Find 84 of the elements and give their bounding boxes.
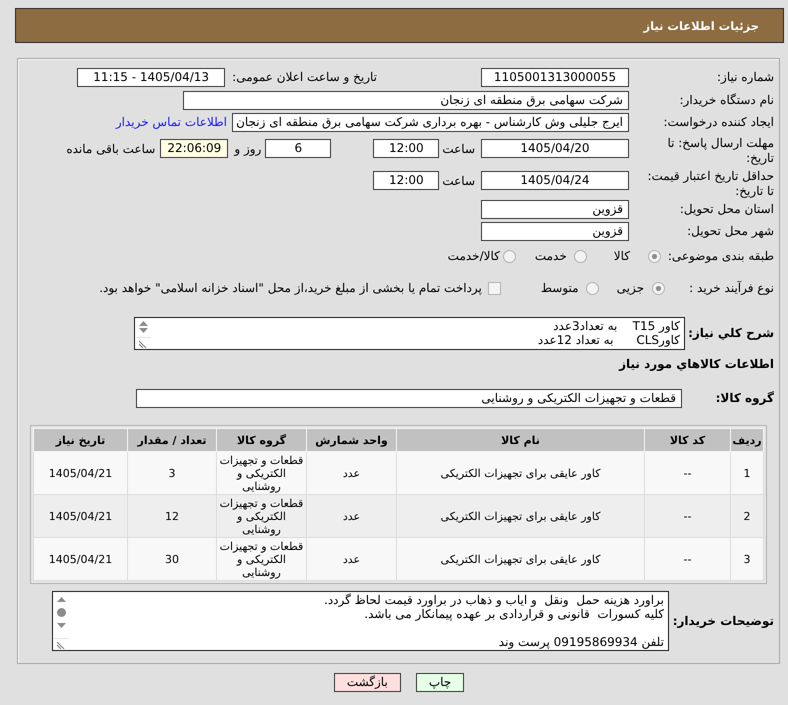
table-cell: 3 [128,452,216,494]
field-label: گروه کالا: [714,390,774,406]
table-cell: قطعات و تجهیزات الکتریکی و روشنایی [216,538,306,580]
section-heading: اطلاعات کالاهاي مورد نياز [619,356,774,372]
page-title: جزئیات اطلاعات نیاز [643,18,759,32]
field-label: نوع فرآیند خرید : [688,280,774,296]
validity-time-field[interactable]: 12:00 [373,171,440,190]
table-cell: قطعات و تجهیزات الکتریکی و روشنایی [216,452,306,494]
validity-date-field[interactable]: 1405/04/24 [481,171,629,190]
field-label: شماره نیاز: [716,70,774,85]
radio-button[interactable] [574,250,587,262]
column-header: تعداد / مقدار [128,428,216,452]
time-left-field[interactable]: 22:06:09 [160,139,228,158]
field-label: توضیحات خریدار: [672,614,774,628]
announcement-date-field[interactable]: 1405/04/13 - 11:15 [77,68,226,87]
table-cell: عدد [306,538,396,580]
scroll-down-icon[interactable] [138,328,148,332]
field-label: استان محل تحویل: [678,202,774,216]
table-cell: -- [644,538,730,580]
option-label: خدمت [534,249,567,263]
checkbox-label: پرداخت تمام یا بخشی از مبلغ خرید،از محل "اسناد خزانه اسلامی" خواهد بود. [99,281,482,295]
radio-button[interactable] [502,250,516,262]
province-field[interactable]: قزوین [481,200,629,218]
requester-field[interactable]: ایرج جلیلی وش کارشناس - بهره برداری شرکت سهامی برق منطقه ای زنجان [232,112,629,132]
back-button[interactable]: بازگشت [334,673,401,692]
radio-button[interactable] [648,250,661,262]
reply-time-field[interactable]: 12:00 [373,139,440,158]
table-cell: 30 [128,538,216,580]
option-label: جزیی [616,281,644,295]
table-cell: 1405/04/21 [34,494,128,538]
field-label: شهر محل تحویل: [686,224,774,239]
field-label: طبقه بندی موضوعی: [667,248,774,264]
table-cell: 1405/04/21 [34,452,128,494]
field-label: تاریخ و ساعت اعلان عمومی: [232,70,377,85]
table-cell: قطعات و تجهیزات الکتریکی و روشنایی [216,494,306,538]
table-cell: 3 [730,538,764,580]
goods-group-field[interactable]: قطعات و تجهیزات الکتریکی و روشنایی [136,388,682,408]
field-label: مهلت ارسال پاسخ: تا تاریخ: [666,136,774,166]
table-cell: کاور عایقی برای تجهیزات الکتریکی [396,538,644,580]
column-header: نام کالا [396,428,644,452]
resize-grip-icon[interactable] [57,641,65,649]
column-header: ردیف [730,428,764,452]
time-label: ساعت [442,142,475,156]
city-field[interactable]: قزوین [481,222,629,241]
table-cell: 12 [128,494,216,538]
time-left-label: ساعت باقی مانده [66,142,156,156]
field-label: نام دستگاه خریدار: [678,92,774,108]
reply-date-field[interactable]: 1405/04/20 [481,139,629,158]
scroll-thumb-icon[interactable] [56,608,66,617]
field-label: شرح کلي نياز: [687,326,774,340]
table-cell: کاور عایقی برای تجهیزات الکتریکی [396,452,644,494]
scroll-down-icon[interactable] [56,623,66,628]
time-label: ساعت [442,174,475,188]
buyer-notes-field[interactable]: براورد هزینه حمل ونقل و ایاب و ذهاب در براورد قیمت لحاظ گردد. کلیه کسورات قانونی و قراردادی بر عهده پیمانکار می باشد. تلفن 09195869934 پرست وند [52,591,669,651]
option-label: متوسط [540,281,579,295]
table-cell: 1 [730,452,764,494]
days-label: روز و [234,142,262,156]
print-button[interactable]: چاپ [416,673,464,692]
buyer-name-field[interactable]: شرکت سهامی برق منطقه ای زنجان [183,90,629,110]
radio-button[interactable] [652,282,665,294]
table-cell: کاور عایقی برای تجهیزات الکتریکی [396,494,644,538]
scroll-up-icon[interactable] [56,597,66,602]
table-cell: -- [644,494,730,538]
column-header: گروه کالا [216,428,306,452]
table-cell: 1405/04/21 [34,538,128,580]
table-cell: عدد [306,452,396,494]
table-cell: -- [644,452,730,494]
scroll-up-icon[interactable] [138,320,148,326]
radio-button[interactable] [586,282,599,294]
checkbox[interactable] [488,282,501,294]
need-number-field[interactable]: 1105001313000055 [481,68,629,87]
option-label: کالا/خدمت [448,249,500,263]
days-left-field[interactable]: 6 [265,139,332,158]
contact-link[interactable]: اطلاعات تماس خریدار [116,115,227,129]
resize-grip-icon[interactable] [139,340,147,348]
column-header: واحد شمارش [306,428,396,452]
table-cell: عدد [306,494,396,538]
option-label: کالا [614,249,630,263]
column-header: تاریخ نیاز [34,428,128,452]
description-field[interactable]: کاور T15 به تعداد3عدد کاورCLS به تعداد 12عدد [134,316,685,350]
table-cell: 2 [730,494,764,538]
field-label: حداقل تاریخ اعتبار قیمت: تا تاریخ: [646,169,774,199]
field-label: ایجاد کننده درخواست: [662,114,774,130]
column-header: کد کالا [644,428,730,452]
